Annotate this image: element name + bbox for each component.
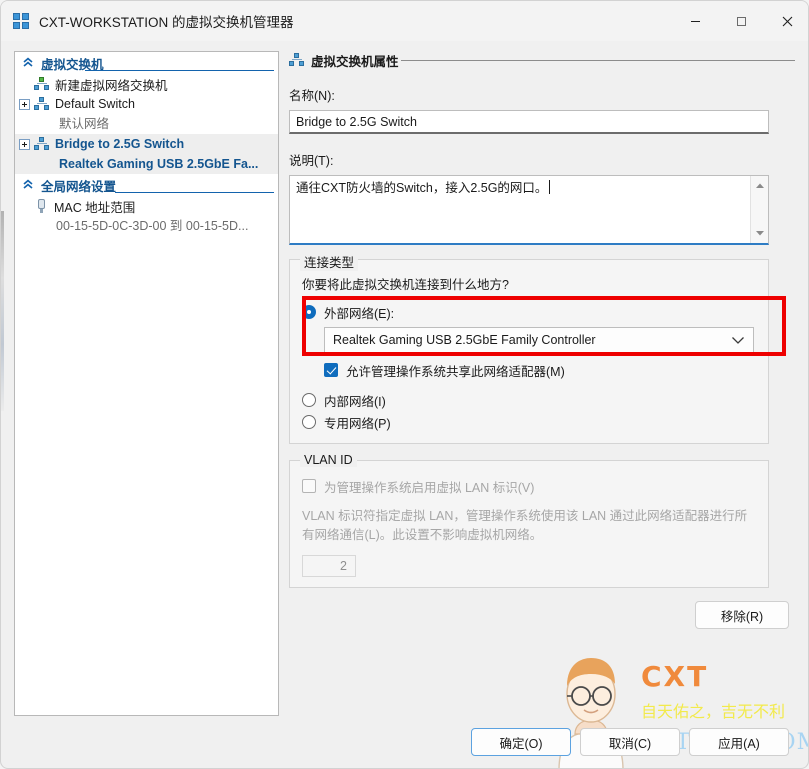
- group-rule: [115, 192, 274, 193]
- chevron-up-icon[interactable]: [21, 56, 35, 70]
- radio-label: 内部网络(I): [324, 394, 386, 409]
- radio-icon[interactable]: [302, 393, 316, 407]
- scroll-down-icon[interactable]: [751, 225, 769, 241]
- tree-item-sublabel: 默认网络: [59, 117, 110, 131]
- tree-group-label: 全局网络设置: [41, 179, 117, 194]
- enable-vlan-checkbox[interactable]: 为管理操作系统启用虚拟 LAN 标识(V): [302, 475, 756, 497]
- share-adapter-checkbox[interactable]: 允许管理操作系统共享此网络适配器(M): [324, 359, 756, 381]
- connection-type-hint: 你要将此虚拟交换机连接到什么地方?: [302, 278, 509, 292]
- tree-item-mac-address-range[interactable]: MAC 地址范围: [15, 196, 278, 216]
- switch-icon: [34, 97, 50, 111]
- text-caret: [549, 180, 551, 194]
- mac-range-icon: [36, 199, 48, 213]
- tree-item-label: Default Switch: [55, 97, 135, 111]
- checkbox-label: 为管理操作系统启用虚拟 LAN 标识(V): [324, 480, 535, 495]
- add-switch-icon: [34, 77, 50, 91]
- expand-icon[interactable]: [19, 138, 30, 150]
- header-rule: [401, 60, 795, 61]
- radio-private-network[interactable]: 专用网络(P): [302, 411, 756, 433]
- vlan-id-input[interactable]: 2: [302, 555, 356, 577]
- window-edge-artifact: [1, 211, 4, 411]
- radio-internal-network[interactable]: 内部网络(I): [302, 389, 756, 411]
- name-input[interactable]: Bridge to 2.5G Switch: [289, 110, 769, 134]
- radio-icon[interactable]: [302, 305, 316, 319]
- description-textarea[interactable]: 通往CXT防火墙的Switch，接入2.5G的网口。: [289, 175, 769, 245]
- scroll-up-icon[interactable]: [751, 178, 769, 194]
- checkbox-icon[interactable]: [324, 363, 338, 377]
- ok-button[interactable]: 确定(O): [471, 728, 571, 756]
- virtual-switch-manager-window: CXT-WORKSTATION 的虚拟交换机管理器 虚拟交换机 新建虚拟网络交换…: [0, 0, 809, 769]
- tree-item-sublabel: 00-15-5D-0C-3D-00 到 00-15-5D...: [56, 219, 249, 233]
- description-label: 说明(T):: [289, 154, 334, 168]
- close-icon[interactable]: [764, 1, 808, 41]
- expand-icon[interactable]: [19, 98, 30, 110]
- radio-external-network[interactable]: 外部网络(E):: [302, 301, 756, 323]
- remove-button[interactable]: 移除(R): [695, 601, 789, 629]
- tree-item-new-virtual-switch[interactable]: 新建虚拟网络交换机: [15, 74, 278, 94]
- cancel-button[interactable]: 取消(C): [580, 728, 680, 756]
- radio-label: 外部网络(E):: [324, 306, 395, 321]
- window-title: CXT-WORKSTATION 的虚拟交换机管理器: [39, 15, 294, 30]
- tree-item-default-switch[interactable]: Default Switch: [15, 94, 278, 114]
- window-controls: [672, 1, 808, 41]
- tree-item-label: MAC 地址范围: [54, 200, 136, 215]
- connection-type-title: 连接类型: [300, 252, 359, 271]
- minimize-icon[interactable]: [672, 1, 718, 41]
- description-scrollbar[interactable]: [750, 176, 768, 243]
- tree-item-bridge-to-2-5g-switch[interactable]: Bridge to 2.5G Switch: [15, 134, 278, 154]
- tree-item-label: 新建虚拟网络交换机: [55, 78, 168, 93]
- group-rule: [85, 70, 274, 71]
- tree-group-global-network-settings: 全局网络设置: [15, 174, 278, 196]
- chevron-up-icon[interactable]: [21, 178, 35, 192]
- tree-item-sublabel: Realtek Gaming USB 2.5GbE Fa...: [15, 154, 278, 174]
- checkbox-icon[interactable]: [302, 479, 316, 493]
- checkbox-label: 允许管理操作系统共享此网络适配器(M): [346, 364, 565, 379]
- description-text: 通往CXT防火墙的Switch，接入2.5G的网口。: [296, 181, 548, 195]
- properties-header-label: 虚拟交换机属性: [311, 54, 399, 69]
- virtual-switch-icon: [13, 13, 29, 29]
- virtual-switch-tree[interactable]: 虚拟交换机 新建虚拟网络交换机 Default Switch 默认网络 Brid…: [14, 51, 279, 716]
- tree-group-virtual-switches: 虚拟交换机: [15, 52, 278, 74]
- network-adapter-value: Realtek Gaming USB 2.5GbE Family Control…: [333, 333, 596, 347]
- tree-item-label: Bridge to 2.5G Switch: [55, 137, 185, 151]
- title-bar: CXT-WORKSTATION 的虚拟交换机管理器: [1, 1, 808, 41]
- dialog-buttons: 确定(O) 取消(C) 应用(A): [471, 728, 789, 756]
- vlan-id-title: VLAN ID: [300, 453, 357, 467]
- properties-header: 虚拟交换机属性: [289, 51, 797, 69]
- apply-button[interactable]: 应用(A): [689, 728, 789, 756]
- name-label: 名称(N):: [289, 89, 335, 103]
- maximize-icon[interactable]: [718, 1, 764, 41]
- chevron-down-icon[interactable]: [731, 335, 745, 345]
- vlan-description: VLAN 标识符指定虚拟 LAN，管理操作系统使用该 LAN 通过此网络适配器进…: [302, 509, 748, 542]
- radio-label: 专用网络(P): [324, 416, 391, 431]
- network-adapter-dropdown[interactable]: Realtek Gaming USB 2.5GbE Family Control…: [324, 327, 754, 353]
- switch-icon: [34, 137, 50, 151]
- radio-icon[interactable]: [302, 415, 316, 429]
- connection-type-group: 连接类型 你要将此虚拟交换机连接到什么地方? 外部网络(E): Realtek …: [289, 252, 769, 444]
- switch-icon: [289, 53, 305, 67]
- vlan-id-group: VLAN ID 为管理操作系统启用虚拟 LAN 标识(V) VLAN 标识符指定…: [289, 453, 769, 588]
